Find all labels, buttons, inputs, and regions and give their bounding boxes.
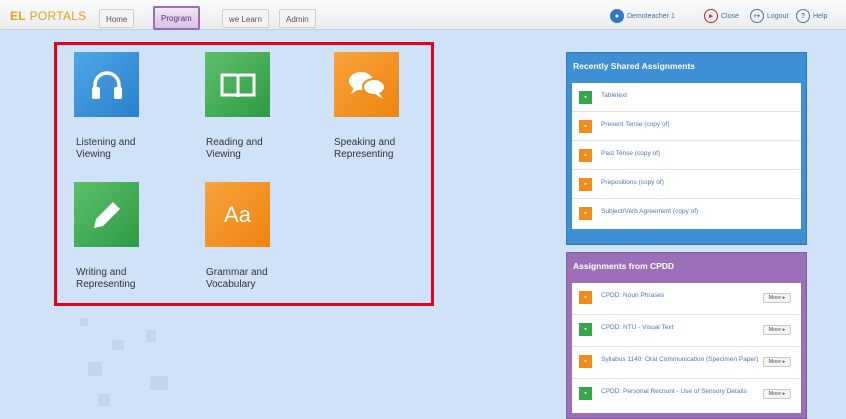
- background-decoration: [146, 330, 156, 342]
- list-item[interactable]: ▪ CPDD: Noun Phrases More ▸: [572, 283, 801, 315]
- assignment-icon: ▪: [579, 207, 592, 220]
- cpdd-assignments-panel: Assignments from CPDD ▪ CPDD: Noun Phras…: [566, 252, 807, 419]
- aa-icon: Aa: [224, 201, 251, 227]
- assignment-icon: ▪: [579, 91, 592, 104]
- list-item[interactable]: ▪ CPDD: Personal Recount - Use of Sensor…: [572, 379, 801, 411]
- list-item[interactable]: ▪ Present Tense (copy of): [572, 112, 801, 141]
- assignment-icon: ▪: [579, 120, 592, 133]
- panel-title: Assignments from CPDD: [573, 261, 675, 271]
- assignment-icon: ▪: [579, 387, 592, 400]
- user-avatar-icon: ●: [610, 9, 624, 23]
- background-decoration: [80, 318, 88, 326]
- panel-title: Recently Shared Assignments: [573, 61, 696, 71]
- logout-icon: ↦: [750, 9, 764, 23]
- logout-button[interactable]: ↦ Logout: [750, 8, 788, 24]
- tile-label[interactable]: Grammar and Vocabulary: [206, 267, 296, 291]
- tile-writing-and-representing[interactable]: [74, 182, 139, 247]
- background-decoration: [112, 340, 124, 350]
- assignment-icon: ▪: [579, 291, 592, 304]
- tile-label[interactable]: Writing and Representing: [76, 267, 166, 291]
- top-bar: EL PORTALS Home Program we Learn Admin ●…: [0, 0, 846, 30]
- tile-speaking-and-representing[interactable]: [334, 52, 399, 117]
- assignment-icon: ▪: [579, 178, 592, 191]
- close-button[interactable]: ▸ Close: [704, 8, 739, 24]
- list-item[interactable]: ▪ Tabletext: [572, 83, 801, 112]
- el-portals-logo[interactable]: EL PORTALS: [10, 9, 87, 23]
- nav-tab-we-learn[interactable]: we Learn: [222, 9, 269, 28]
- assignment-list: ▪ CPDD: Noun Phrases More ▸ ▪ CPDD: NTU …: [572, 283, 801, 413]
- more-button[interactable]: More ▸: [763, 357, 791, 367]
- tile-reading-and-viewing[interactable]: [205, 52, 270, 117]
- more-button[interactable]: More ▸: [763, 389, 791, 399]
- list-item[interactable]: ▪ Past Tense (copy of): [572, 141, 801, 170]
- tile-listening-and-viewing[interactable]: [74, 52, 139, 117]
- user-name: Demoteacher 1: [627, 12, 675, 20]
- background-decoration: [88, 362, 102, 376]
- book-icon: [220, 73, 255, 97]
- list-item[interactable]: ▪ CPDD: NTU - Visual Text More ▸: [572, 315, 801, 347]
- pencil-icon: [93, 201, 120, 228]
- help-button[interactable]: ? Help: [796, 8, 827, 24]
- assignment-list: ▪ Tabletext ▪ Present Tense (copy of) ▪ …: [572, 83, 801, 229]
- list-item[interactable]: ▪ Syllabus 1140: Oral Communication (Spe…: [572, 347, 801, 379]
- help-icon: ?: [796, 9, 810, 23]
- speech-bubbles-icon: [348, 71, 386, 99]
- recently-shared-panel: Recently Shared Assignments ▪ Tabletext …: [566, 52, 807, 245]
- nav-tab-program[interactable]: Program: [153, 6, 200, 30]
- assignment-icon: ▪: [579, 149, 592, 162]
- assignment-icon: ▪: [579, 323, 592, 336]
- more-button[interactable]: More ▸: [763, 325, 791, 335]
- tile-grammar-and-vocabulary[interactable]: Aa: [205, 182, 270, 247]
- more-button[interactable]: More ▸: [763, 293, 791, 303]
- list-item[interactable]: ▪ Subject/Verb Agreement (copy of): [572, 199, 801, 228]
- list-item[interactable]: ▪ Prepositions (copy of): [572, 170, 801, 199]
- tile-label[interactable]: Speaking and Representing: [334, 137, 424, 161]
- nav-tab-home[interactable]: Home: [99, 9, 135, 28]
- nav-tab-admin[interactable]: Admin: [279, 9, 316, 28]
- headphones-icon: [91, 70, 122, 99]
- background-decoration: [98, 394, 110, 406]
- close-icon: ▸: [704, 9, 718, 23]
- tile-label[interactable]: Listening and Viewing: [76, 137, 166, 161]
- background-decoration: [150, 376, 168, 390]
- user-menu[interactable]: ● Demoteacher 1: [610, 8, 675, 24]
- tile-label[interactable]: Reading and Viewing: [206, 137, 296, 161]
- assignment-icon: ▪: [579, 355, 592, 368]
